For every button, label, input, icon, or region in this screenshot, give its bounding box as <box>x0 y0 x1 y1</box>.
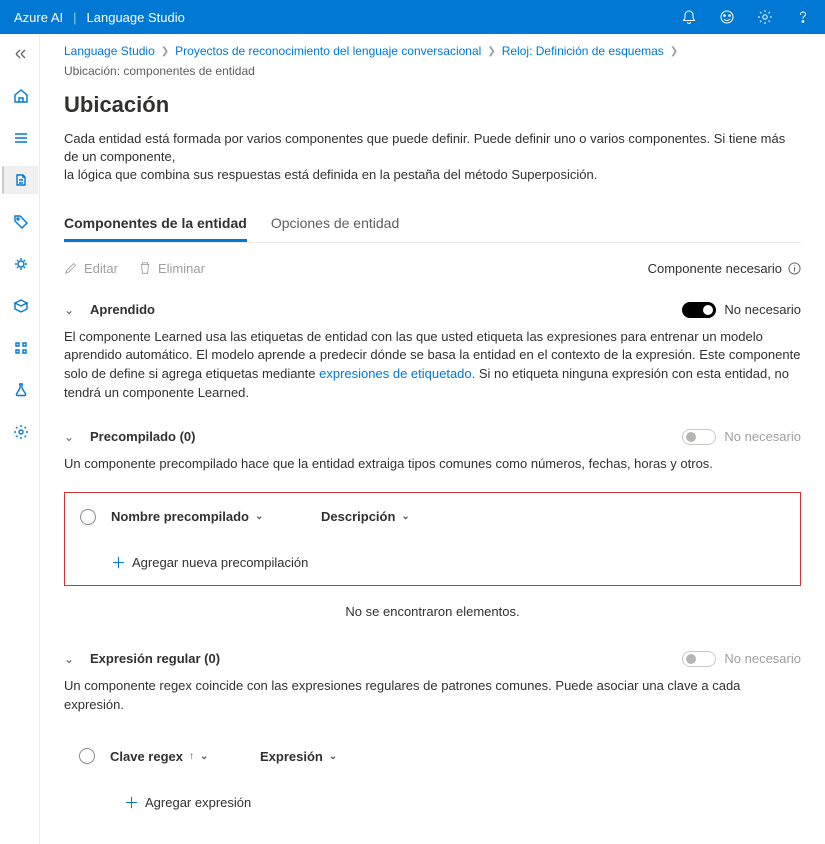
main-content: Language Studio ❯ Proyectos de reconocim… <box>40 34 825 844</box>
rail-item-deploy[interactable] <box>2 292 38 320</box>
tab-components[interactable]: Componentes de la entidad <box>64 209 247 242</box>
rail-item-test[interactable] <box>2 334 38 362</box>
chevron-down-icon: ⌄ <box>329 751 337 762</box>
toggle-label-regex: No necesario <box>724 651 801 666</box>
rail-item-lines[interactable] <box>2 124 38 152</box>
section-head-learned: ⌄ Aprendido No necesario <box>64 294 801 326</box>
bell-icon[interactable] <box>681 9 697 25</box>
plus-icon: ＋ <box>111 552 126 573</box>
chevron-down-icon: ⌄ <box>401 511 409 522</box>
smiley-icon[interactable] <box>719 9 735 25</box>
brand-right: Language Studio <box>87 10 185 25</box>
tab-options[interactable]: Opciones de entidad <box>271 209 399 242</box>
tabs: Componentes de la entidad Opciones de en… <box>64 209 801 243</box>
rail-item-flask[interactable] <box>2 376 38 404</box>
rail-item-settings[interactable] <box>2 418 38 446</box>
brand: Azure AI | Language Studio <box>14 10 185 25</box>
help-icon[interactable] <box>795 9 811 25</box>
breadcrumb-link-1[interactable]: Proyectos de reconocimiento del lenguaje… <box>175 44 481 58</box>
section-title-prebuilt: Precompilado (0) <box>90 429 195 444</box>
rail-item-tag[interactable] <box>2 208 38 236</box>
breadcrumb-link-2[interactable]: Reloj: Definición de esquemas <box>502 44 664 58</box>
chevron-right-icon: ❯ <box>161 46 169 57</box>
toggle-learned[interactable] <box>682 302 716 318</box>
rail-expand-button[interactable] <box>2 40 38 68</box>
add-prebuilt-button[interactable]: ＋ Agregar nueva precompilación <box>65 541 800 585</box>
labeling-expressions-link[interactable]: expresiones de etiquetado. <box>319 366 475 381</box>
breadcrumb-current: Ubicación: componentes de entidad <box>64 64 255 78</box>
select-all-checkbox[interactable] <box>65 509 111 525</box>
required-component-label: Componente necesario <box>648 261 801 276</box>
plus-icon: ＋ <box>124 792 139 813</box>
toggle-regex[interactable] <box>682 651 716 667</box>
chevron-down-icon[interactable]: ⌄ <box>64 303 78 317</box>
section-head-prebuilt: ⌄ Precompilado (0) No necesario <box>64 421 801 453</box>
action-row: Editar Eliminar Componente necesario <box>64 255 801 294</box>
chevron-down-icon[interactable]: ⌄ <box>64 430 78 444</box>
toggle-prebuilt[interactable] <box>682 429 716 445</box>
col-prebuilt-name[interactable]: Nombre precompilado ⌄ <box>111 509 321 524</box>
breadcrumb: Language Studio ❯ Proyectos de reconocim… <box>64 38 801 92</box>
info-icon[interactable] <box>788 262 801 275</box>
col-description[interactable]: Descripción ⌄ <box>321 509 410 524</box>
section-title-learned: Aprendido <box>90 302 155 317</box>
left-nav-rail <box>0 34 40 844</box>
rail-item-schema[interactable] <box>2 166 38 194</box>
col-regex-key[interactable]: Clave regex ↑ ⌄ <box>110 749 260 764</box>
select-all-checkbox[interactable] <box>64 748 110 764</box>
brand-divider: | <box>73 10 76 25</box>
section-head-regex: ⌄ Expresión regular (0) No necesario <box>64 643 801 675</box>
prebuilt-empty-message: No se encontraron elementos. <box>64 586 801 643</box>
section-title-regex: Expresión regular (0) <box>90 651 220 666</box>
gear-icon[interactable] <box>757 9 773 25</box>
prebuilt-table-header: Nombre precompilado ⌄ Descripción ⌄ <box>65 493 800 541</box>
sort-up-icon: ↑ <box>189 751 194 762</box>
chevron-right-icon: ❯ <box>670 46 678 57</box>
prebuilt-table-highlight: Nombre precompilado ⌄ Descripción ⌄ ＋ Ag… <box>64 492 801 586</box>
col-expression[interactable]: Expresión ⌄ <box>260 749 337 764</box>
section-desc-learned: El componente Learned usa las etiquetas … <box>64 326 801 421</box>
chevron-down-icon[interactable]: ⌄ <box>64 652 78 666</box>
breadcrumb-link-0[interactable]: Language Studio <box>64 44 155 58</box>
add-regex-button[interactable]: ＋ Agregar expresión <box>64 780 801 824</box>
trash-icon <box>138 261 152 275</box>
azure-top-bar: Azure AI | Language Studio <box>0 0 825 34</box>
delete-button[interactable]: Eliminar <box>138 261 205 276</box>
rail-item-train[interactable] <box>2 250 38 278</box>
pencil-icon <box>64 261 78 275</box>
edit-button[interactable]: Editar <box>64 261 118 276</box>
chevron-down-icon: ⌄ <box>255 511 263 522</box>
section-desc-regex: Un componente regex coincide con las exp… <box>64 675 801 733</box>
chevron-right-icon: ❯ <box>487 46 495 57</box>
chevron-down-icon: ⌄ <box>200 751 208 762</box>
toggle-label-learned: No necesario <box>724 302 801 317</box>
section-desc-prebuilt: Un componente precompilado hace que la e… <box>64 453 801 492</box>
rail-item-home[interactable] <box>2 82 38 110</box>
page-description: Cada entidad está formada por varios com… <box>64 130 801 185</box>
page-title: Ubicación <box>64 92 801 118</box>
toggle-label-prebuilt: No necesario <box>724 429 801 444</box>
regex-table-header: Clave regex ↑ ⌄ Expresión ⌄ <box>64 732 801 780</box>
brand-left: Azure AI <box>14 10 63 25</box>
